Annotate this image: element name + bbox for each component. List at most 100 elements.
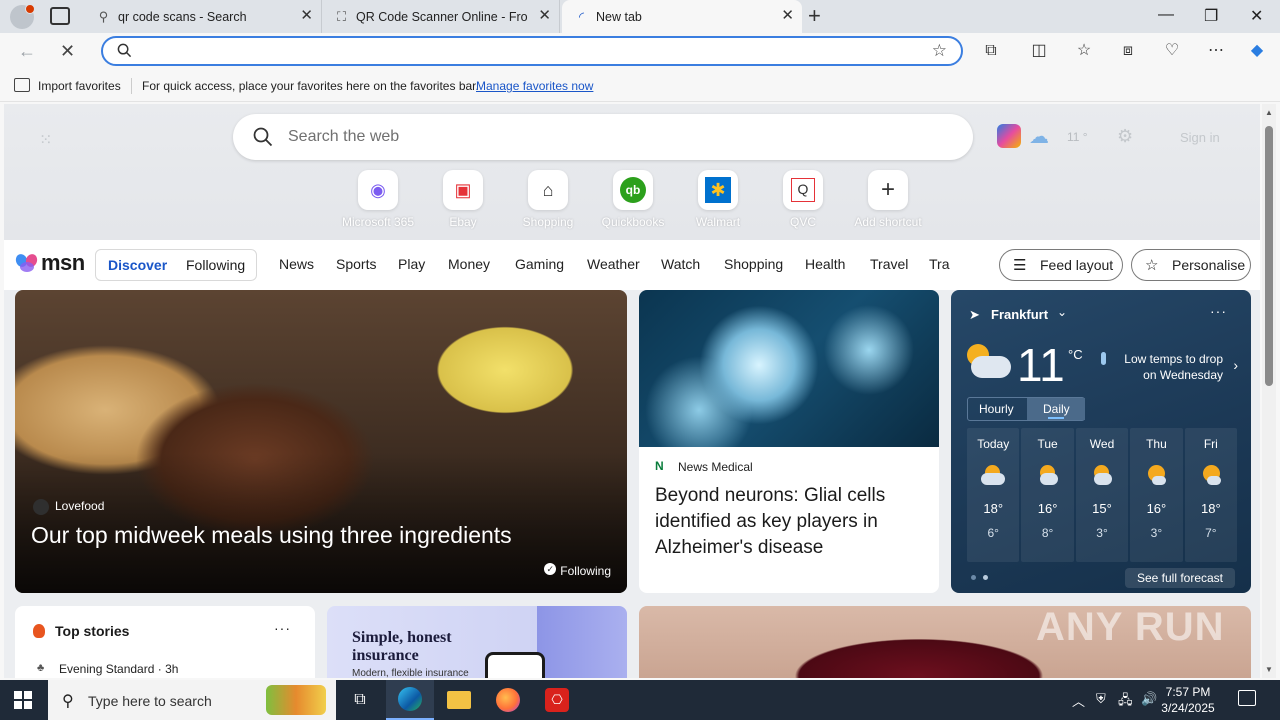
nav-money[interactable]: Money (448, 256, 490, 272)
chevron-down-icon[interactable]: ⌄ (1057, 305, 1067, 319)
web-search-box[interactable] (233, 114, 973, 160)
card-source[interactable]: News Medical (678, 460, 753, 474)
task-view-icon[interactable]: ⧉ (336, 680, 384, 720)
forecast-day[interactable]: Tue 16° 8° (1021, 428, 1074, 562)
weather-location[interactable]: Frankfurt (991, 307, 1048, 322)
tab-discover[interactable]: Discover (108, 257, 167, 273)
card-source[interactable]: Lovefood (55, 499, 104, 513)
tab-qr-scanner[interactable]: ⛶ QR Code Scanner Online - From ✕ (322, 0, 560, 33)
top-stories-title[interactable]: Top stories (55, 623, 129, 639)
gear-icon[interactable]: ⚙ (1117, 126, 1133, 147)
split-screen-icon[interactable]: ◫ (1029, 41, 1049, 61)
nav-sports[interactable]: Sports (336, 256, 376, 272)
add-shortcut-button[interactable]: + Add shortcut (848, 170, 928, 229)
temperature-unit[interactable]: °C (1068, 347, 1083, 362)
import-favorites-icon[interactable] (14, 78, 30, 92)
shortcut-quickbooks[interactable]: qb Quickbooks (593, 170, 673, 229)
more-menu-icon[interactable]: ⋯ (1206, 41, 1226, 61)
see-full-forecast-button[interactable]: See full forecast (1124, 568, 1235, 588)
nav-weather[interactable]: Weather (587, 256, 640, 272)
carousel-pager[interactable] (971, 575, 991, 581)
personalise-button[interactable]: ☆ Personalise (1131, 249, 1251, 281)
new-tab-button[interactable]: + (808, 4, 821, 28)
nav-traffic[interactable]: Tra (929, 256, 949, 272)
forecast-day[interactable]: Today 18° 6° (967, 428, 1020, 562)
news-card-food[interactable]: Lovefood Our top midweek meals using thr… (15, 290, 627, 593)
tab-following[interactable]: Following (186, 257, 245, 273)
show-hidden-icons-chevron-icon[interactable]: ︿ (1072, 691, 1085, 710)
windows-start-icon[interactable] (14, 691, 32, 709)
nav-news[interactable]: News (279, 256, 314, 272)
scroll-down-arrow-icon[interactable]: ▼ (1265, 665, 1273, 674)
sign-in-button[interactable]: Sign in (1180, 130, 1220, 145)
vertical-scrollbar[interactable]: ▲ ▼ (1262, 104, 1276, 678)
chevron-right-icon[interactable]: › (1233, 357, 1238, 373)
acrobat-reader-icon[interactable]: ⎔ (533, 680, 581, 720)
back-arrow-icon[interactable]: ← (18, 41, 36, 61)
shortcut-shopping[interactable]: ⌂ Shopping (508, 170, 588, 229)
shortcut-walmart[interactable]: ✱ Walmart (678, 170, 758, 229)
more-options-icon[interactable]: ··· (1210, 303, 1227, 319)
scroll-up-arrow-icon[interactable]: ▲ (1265, 108, 1273, 117)
forecast-day[interactable]: Thu 16° 3° (1130, 428, 1183, 562)
copilot-icon[interactable] (997, 124, 1021, 148)
apps-grid-icon[interactable]: ⁙ (39, 130, 57, 149)
notification-center-icon[interactable] (1238, 690, 1256, 706)
favorite-star-icon[interactable]: ☆ (932, 41, 947, 61)
import-favorites-button[interactable]: Import favorites (38, 79, 121, 93)
favorites-icon[interactable]: ☆ (1074, 41, 1094, 61)
tab-hourly[interactable]: Hourly (979, 402, 1014, 416)
network-icon[interactable]: 🖧 (1118, 691, 1133, 713)
file-explorer-icon[interactable] (435, 680, 483, 720)
stop-loading-icon[interactable]: ✕ (60, 41, 75, 61)
nav-health[interactable]: Health (805, 256, 845, 272)
msn-logo[interactable]: msn (14, 250, 85, 276)
nav-watch[interactable]: Watch (661, 256, 700, 272)
close-window-icon[interactable]: ✕ (1250, 6, 1263, 26)
close-tab-icon[interactable]: ✕ (781, 8, 794, 24)
nav-shopping[interactable]: Shopping (724, 256, 783, 272)
weather-cloud-icon[interactable]: ☁ (1029, 124, 1049, 149)
more-options-icon[interactable]: ··· (274, 620, 291, 636)
shortcut-ebay[interactable]: ▣ Ebay (423, 170, 503, 229)
search-input[interactable] (288, 126, 888, 148)
browser-essentials-icon[interactable]: ♡ (1162, 41, 1182, 61)
card-headline[interactable]: Our top midweek meals using three ingred… (31, 522, 512, 549)
tab-actions-icon[interactable] (50, 7, 70, 25)
restore-icon[interactable]: ❐ (1204, 6, 1218, 26)
tab-search[interactable]: ⚲ qr code scans - Search ✕ (84, 0, 322, 33)
card-headline[interactable]: Beyond neurons: Glial cells identified a… (655, 483, 925, 561)
collections-icon[interactable]: ⧈ (1118, 41, 1138, 61)
extensions-icon[interactable]: ⧉ (981, 41, 1001, 61)
edge-icon[interactable] (386, 680, 434, 720)
copilot-icon[interactable]: ◆ (1247, 41, 1267, 61)
weather-alert[interactable]: Low temps to drop on Wednesday (1113, 351, 1223, 383)
story-source[interactable]: Evening Standard · 3h (59, 662, 178, 676)
forecast-day[interactable]: Fri 18° 7° (1184, 428, 1238, 562)
close-tab-icon[interactable]: ✕ (538, 8, 551, 24)
weather-card[interactable]: ➤ Frankfurt ⌄ ··· 11 °C Low temps to dro… (951, 290, 1251, 593)
firefox-icon[interactable] (484, 680, 532, 720)
minimize-icon[interactable]: — (1158, 6, 1174, 24)
shortcut-microsoft-365[interactable]: ◉ Microsoft 365 (338, 170, 418, 229)
feed-layout-button[interactable]: ☰ Feed layout (999, 249, 1123, 281)
ad-card[interactable]: Simple, honest insurance Modern, flexibl… (327, 606, 627, 678)
nav-play[interactable]: Play (398, 256, 425, 272)
profile-avatar[interactable] (10, 4, 35, 29)
nav-gaming[interactable]: Gaming (515, 256, 564, 272)
security-shield-icon[interactable]: ⛨ (1096, 691, 1106, 707)
taskbar-search[interactable]: ⚲ Type here to search (48, 680, 336, 720)
following-badge[interactable]: Following (544, 563, 611, 578)
nav-travel[interactable]: Travel (870, 256, 908, 272)
weather-mini-temp[interactable]: 11 ° (1067, 130, 1088, 144)
manage-favorites-link[interactable]: Manage favorites now (476, 79, 593, 93)
close-tab-icon[interactable]: ✕ (300, 8, 313, 24)
tab-new-tab[interactable]: ◜ New tab ✕ (562, 0, 802, 33)
address-bar[interactable]: ☆ (101, 36, 963, 66)
shortcut-qvc[interactable]: Q QVC (763, 170, 843, 229)
forecast-day[interactable]: Wed 15° 3° (1075, 428, 1129, 562)
scrollbar-thumb[interactable] (1265, 126, 1273, 386)
news-card-neuro[interactable]: N News Medical Beyond neurons: Glial cel… (639, 290, 939, 593)
system-clock[interactable]: 7:57 PM 3/24/2025 (1148, 684, 1228, 716)
tab-daily[interactable]: Daily (1043, 402, 1070, 416)
